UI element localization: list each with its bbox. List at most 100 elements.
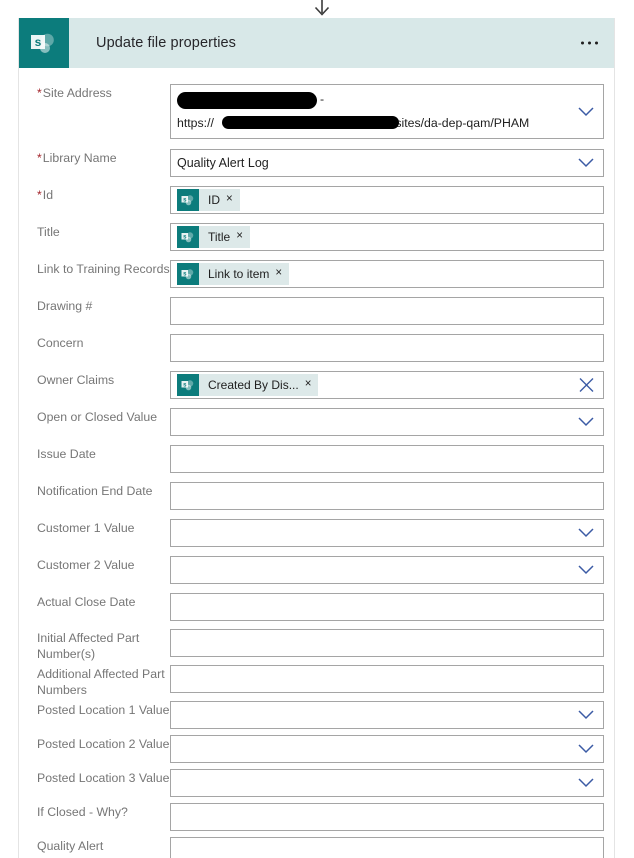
combobox-input[interactable] <box>170 735 604 763</box>
clear-icon[interactable] <box>579 378 594 393</box>
field-control <box>170 593 604 621</box>
text-input[interactable] <box>170 803 604 831</box>
sharepoint-icon: s <box>19 18 69 68</box>
token-remove-icon[interactable]: × <box>274 268 289 280</box>
field-label-text: Link to Training Records <box>37 262 170 276</box>
field-label: *Site Address <box>37 84 170 102</box>
field-row: Posted Location 1 Value <box>19 701 614 729</box>
chevron-down-icon <box>578 710 594 720</box>
dynamic-content-token[interactable]: s Link to item × <box>177 263 290 285</box>
combobox-input[interactable]: - https:// /sites/da-dep-qam/PHAM <box>170 84 604 139</box>
field-label-text: Quality Alert <box>37 839 104 853</box>
field-label: If Closed - Why? <box>37 803 170 821</box>
field-label-text: Id <box>42 188 54 202</box>
combobox-input[interactable] <box>170 556 604 584</box>
field-row: Open or Closed Value <box>19 408 614 436</box>
more-options-icon[interactable] <box>575 34 604 53</box>
field-label-text: Drawing # <box>37 299 93 313</box>
token-input[interactable]: s Title × <box>170 223 604 251</box>
field-control: - https:// /sites/da-dep-qam/PHAM <box>170 84 604 139</box>
token-remove-icon[interactable]: × <box>235 231 250 243</box>
field-row: Actual Close Date <box>19 593 614 621</box>
token-remove-icon[interactable]: × <box>225 194 240 206</box>
field-control <box>170 665 604 693</box>
field-control <box>170 482 604 510</box>
field-row: Concern <box>19 334 614 362</box>
field-label-text: Actual Close Date <box>37 595 136 609</box>
dynamic-content-token[interactable]: s Created By Dis... × <box>177 374 319 396</box>
field-control: s Title × <box>170 223 604 251</box>
field-row: Posted Location 2 Value <box>19 735 614 763</box>
url-suffix: /sites/da-dep-qam/PHAM <box>391 115 530 130</box>
field-label-text: Additional Affected Part Numbers <box>37 667 165 697</box>
field-control <box>170 769 604 797</box>
combobox-input[interactable] <box>170 701 604 729</box>
field-control: s Link to item × <box>170 260 604 288</box>
field-row: Owner Claims s Created By Dis... × <box>19 371 614 399</box>
sharepoint-token-icon: s <box>177 263 199 285</box>
field-row: If Closed - Why? <box>19 803 614 831</box>
field-row: Drawing # <box>19 297 614 325</box>
field-label-text: Notification End Date <box>37 484 153 498</box>
field-label: Additional Affected Part Numbers <box>37 665 170 698</box>
field-control <box>170 297 604 325</box>
text-input[interactable] <box>170 837 604 858</box>
combobox-input[interactable]: Quality Alert Log <box>170 149 604 177</box>
field-label-text: Customer 1 Value <box>37 521 135 535</box>
token-input[interactable]: s ID × <box>170 186 604 214</box>
field-label: Drawing # <box>37 297 170 315</box>
field-control <box>170 334 604 362</box>
field-row: Quality Alert <box>19 837 614 858</box>
card-title: Update file properties <box>96 35 237 51</box>
field-row: Notification End Date <box>19 482 614 510</box>
field-row: Issue Date <box>19 445 614 473</box>
field-label-text: If Closed - Why? <box>37 805 128 819</box>
field-label: Owner Claims <box>37 371 170 389</box>
text-input[interactable] <box>170 445 604 473</box>
field-row: Link to Training Records s Link to item × <box>19 260 614 288</box>
field-label-text: Issue Date <box>37 447 96 461</box>
dot <box>588 41 591 45</box>
token-input[interactable]: s Link to item × <box>170 260 604 288</box>
text-input[interactable] <box>170 665 604 693</box>
site-address-url: https:// /sites/da-dep-qam/PHAM <box>177 113 597 133</box>
combobox-input[interactable] <box>170 769 604 797</box>
combobox-input[interactable] <box>170 408 604 436</box>
field-control <box>170 519 604 547</box>
text-input[interactable] <box>170 297 604 325</box>
field-label: Posted Location 2 Value <box>37 735 170 753</box>
field-control: s ID × <box>170 186 604 214</box>
update-file-properties-card: s Update file properties *Site Address - h… <box>18 18 615 858</box>
card-header[interactable]: s Update file properties <box>19 18 614 68</box>
required-asterisk: * <box>37 151 42 165</box>
chevron-down-icon <box>578 778 594 788</box>
chevron-down-icon <box>578 158 594 168</box>
dynamic-content-token[interactable]: s Title × <box>177 226 250 248</box>
text-input[interactable] <box>170 629 604 657</box>
field-label: Concern <box>37 334 170 352</box>
field-label-text: Owner Claims <box>37 373 115 387</box>
field-control <box>170 735 604 763</box>
field-row: Initial Affected Part Number(s) <box>19 629 614 662</box>
field-control <box>170 837 604 858</box>
dynamic-content-token[interactable]: s ID × <box>177 189 240 211</box>
field-row: Customer 1 Value <box>19 519 614 547</box>
text-input[interactable] <box>170 482 604 510</box>
token-remove-icon[interactable]: × <box>304 379 319 391</box>
field-label-text: Concern <box>37 336 84 350</box>
field-row: Posted Location 3 Value <box>19 769 614 797</box>
sharepoint-token-icon: s <box>177 226 199 248</box>
field-label-text: Library Name <box>42 151 117 165</box>
text-input[interactable] <box>170 593 604 621</box>
field-control: Quality Alert Log <box>170 149 604 177</box>
field-control <box>170 803 604 831</box>
field-row: *Id s ID × <box>19 186 614 214</box>
field-label-text: Title <box>37 225 60 239</box>
text-input[interactable] <box>170 334 604 362</box>
flow-connector-arrow <box>0 0 634 18</box>
combobox-input[interactable] <box>170 519 604 547</box>
chevron-down-icon <box>578 565 594 575</box>
sharepoint-token-icon: s <box>177 189 199 211</box>
token-label: Link to item <box>208 267 270 281</box>
token-input[interactable]: s Created By Dis... × <box>170 371 604 399</box>
